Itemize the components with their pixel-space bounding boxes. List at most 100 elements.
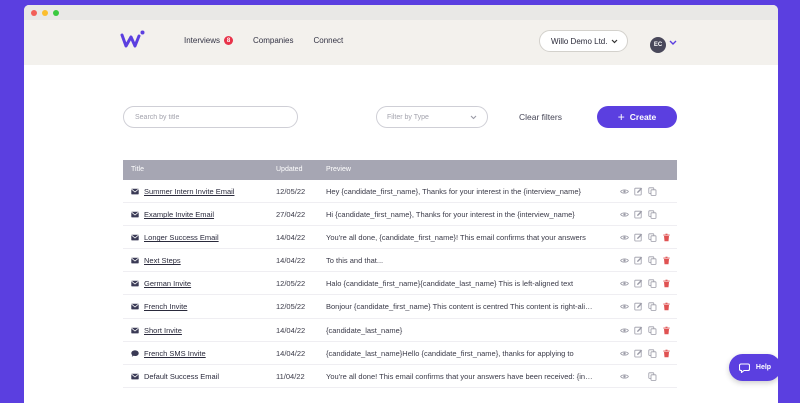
row-preview-text: Bonjour {candidate_first_name} This cont… [326,302,594,312]
copy-icon[interactable] [648,256,657,266]
create-button-label: Create [629,112,657,122]
row-title-link[interactable]: Example Invite Email [144,210,214,219]
chat-bubble-icon [738,362,750,373]
row-updated-date: 14/04/22 [276,348,306,358]
row-updated-date: 12/05/22 [276,187,306,196]
edit-icon[interactable] [634,279,643,288]
row-preview-text: You're all done! This email confirms tha… [326,371,594,381]
edit-icon[interactable] [634,326,643,335]
trash-icon[interactable] [662,233,671,242]
edit-icon[interactable] [634,349,643,358]
table-row[interactable]: French SMS Invite 14/04/22 {candidate_last… [123,342,677,365]
row-preview-text: Hi {candidate_first_name}, Thanks for yo… [326,210,575,220]
row-title-link[interactable]: Longer Success Email [144,233,219,242]
edit-icon[interactable] [634,210,643,219]
eye-icon[interactable] [620,326,629,335]
help-button[interactable]: Help [729,354,778,381]
row-title-link[interactable]: German Invite [144,279,191,288]
copy-icon[interactable] [648,187,657,196]
willo-logo-icon[interactable] [120,29,146,51]
row-title-link[interactable]: French Invite [144,302,187,311]
table-row[interactable]: German Invite 12/05/22 Halo {candidate_fir… [123,272,677,296]
row-updated-date: 12/05/22 [276,279,306,289]
mail-icon [131,303,139,310]
eye-icon[interactable] [620,187,629,196]
app-header: Interviews 8 Companies Connect Willo Dem… [24,20,778,65]
create-button[interactable]: + Create [597,106,677,128]
user-avatar[interactable]: EC [650,37,666,53]
copy-icon[interactable] [648,372,657,381]
user-menu-chevron-icon[interactable] [669,40,677,46]
eye-icon[interactable] [620,233,629,242]
row-title-link[interactable]: Short Invite [144,326,182,335]
table-row[interactable]: Default Success Email 11/04/22 You're all … [123,365,677,388]
eye-icon[interactable] [620,302,629,311]
eye-icon[interactable] [620,279,629,288]
edit-icon[interactable] [634,302,643,311]
eye-icon[interactable] [620,210,629,219]
row-updated-date: 14/04/22 [276,233,306,243]
nav-connect[interactable]: Connect [313,36,343,45]
mail-icon [131,257,139,264]
row-preview-text: {candidate_last_name} [326,325,403,335]
column-header-title[interactable]: Title [131,166,144,173]
search-input[interactable] [123,106,298,128]
row-updated-date: 14/04/22 [276,256,306,266]
chevron-down-icon [470,115,477,119]
copy-icon[interactable] [648,233,657,242]
edit-icon[interactable] [634,187,643,196]
copy-icon[interactable] [648,279,657,289]
eye-icon[interactable] [620,349,629,358]
trash-icon[interactable] [662,256,671,265]
copy-icon[interactable] [648,325,657,335]
row-updated-date: 12/05/22 [276,302,306,312]
nav-companies-label: Companies [253,36,294,45]
nav-interviews[interactable]: Interviews 8 [184,36,234,45]
table-row[interactable]: Summer Intern Invite Email 12/05/22 Hey {c… [123,180,677,204]
table-row[interactable]: Example Invite Email 27/04/22 Hi {candidat… [123,203,677,227]
company-select[interactable]: Willo Demo Ltd. [539,30,628,52]
close-window-dot[interactable] [31,9,37,16]
row-title-link[interactable]: Summer Intern Invite Email [144,187,234,196]
plus-icon: + [617,109,625,124]
main-nav: Interviews 8 Companies Connect [184,36,343,45]
column-header-preview[interactable]: Preview [326,166,351,173]
row-preview-text: Hey {candidate_first_name}, Thanks for y… [326,187,582,196]
nav-companies[interactable]: Companies [253,36,293,45]
table-row[interactable]: Short Invite 14/04/22 {candidate_last_name… [123,319,677,342]
window-titlebar [24,5,778,20]
trash-icon[interactable] [662,326,671,335]
column-header-updated[interactable]: Updated [276,166,302,173]
clear-filters-button[interactable]: Clear filters [519,112,562,122]
trash-icon[interactable] [662,279,671,288]
mail-icon [131,188,139,195]
minimize-window-dot[interactable] [42,9,48,16]
trash-icon[interactable] [662,302,671,311]
row-preview-text: {candidate_last_name}Hello {candidate_fi… [326,348,574,358]
mail-icon [131,373,139,380]
copy-icon[interactable] [648,302,657,312]
type-filter-select[interactable]: Filter by Type [376,106,488,128]
row-updated-date: 11/04/22 [276,371,305,381]
mail-icon [131,280,139,287]
row-updated-date: 14/04/22 [276,325,306,335]
nav-interviews-label: Interviews [184,36,221,45]
edit-icon[interactable] [634,233,643,242]
eye-icon[interactable] [620,256,629,265]
table-row[interactable]: Next Steps 14/04/22 To this and that... [123,249,677,273]
mail-icon [131,327,139,334]
copy-icon[interactable] [648,210,657,219]
edit-icon[interactable] [634,256,643,265]
table-row[interactable]: French Invite 12/05/22 Bonjour {candidate_… [123,295,677,319]
trash-icon[interactable] [662,349,671,358]
row-title-link[interactable]: Default Success Email [144,372,219,381]
maximize-window-dot[interactable] [53,9,59,16]
table-row[interactable]: Longer Success Email 14/04/22 You're all d… [123,226,677,250]
sms-icon [131,350,139,357]
row-title-link[interactable]: French SMS Invite [144,349,206,358]
row-title-link[interactable]: Next Steps [144,256,181,265]
copy-icon[interactable] [648,349,657,358]
eye-icon[interactable] [620,372,629,381]
mail-icon [131,234,139,241]
browser-window: Interviews 8 Companies Connect Willo Dem… [24,5,778,403]
